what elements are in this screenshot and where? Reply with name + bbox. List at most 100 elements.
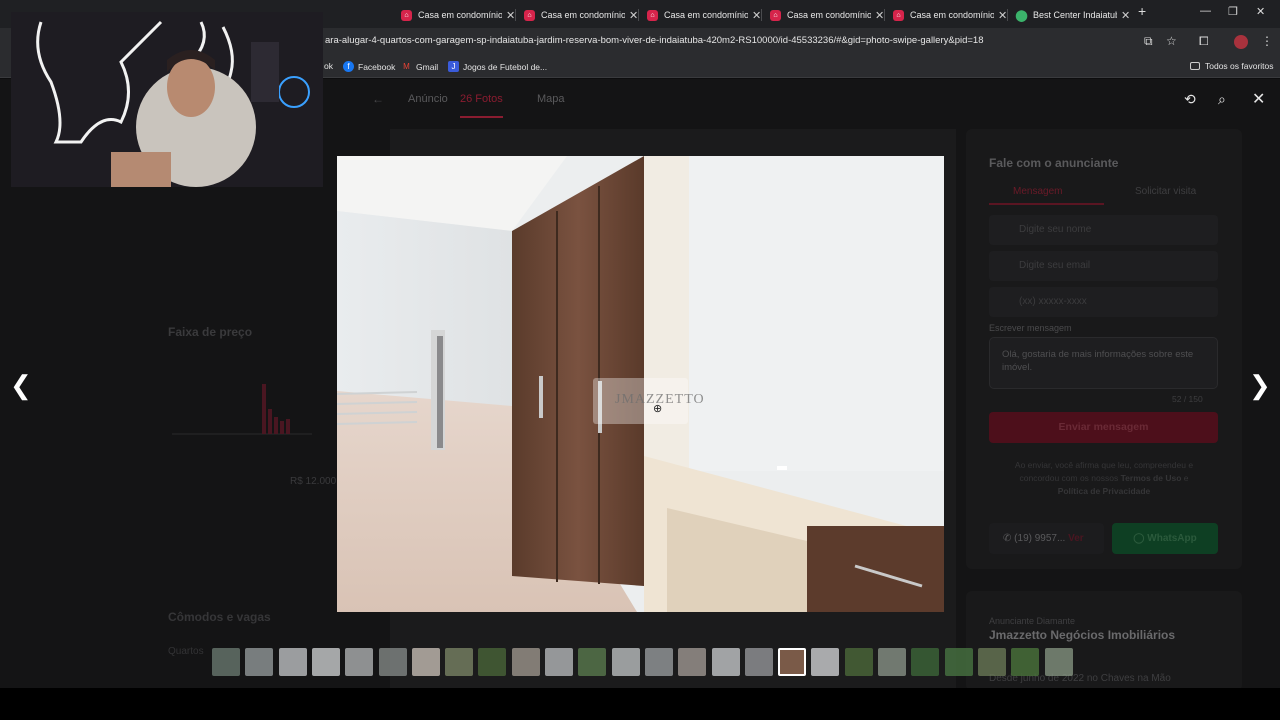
thumbnail[interactable] — [478, 648, 507, 676]
thumbnail[interactable] — [1011, 648, 1040, 676]
send-message-button[interactable]: Enviar mensagem — [989, 412, 1218, 443]
tab-mapa[interactable]: Mapa — [537, 93, 565, 105]
minimize-icon[interactable]: — — [1200, 5, 1211, 17]
close-tab-icon[interactable]: ✕ — [752, 9, 761, 22]
thumbnail[interactable] — [744, 648, 773, 676]
browser-tab[interactable]: ⬤ Best Center Indaiatub ✕ — [1010, 4, 1130, 26]
thumbnail[interactable] — [245, 648, 274, 676]
maps-pin-icon: ⬤ — [1015, 9, 1028, 22]
thumbnail[interactable] — [278, 648, 307, 676]
thumbnail[interactable] — [1044, 648, 1073, 676]
extensions-icon[interactable]: ⧠ — [1199, 34, 1209, 49]
thumbnail[interactable] — [511, 648, 540, 676]
webcam-overlay — [11, 12, 323, 187]
tab-fotos[interactable]: 26 Fotos — [460, 93, 503, 118]
name-field[interactable]: Digite seu nome — [989, 215, 1218, 245]
phone-number: (19) 9957... — [1014, 533, 1066, 544]
thumbnail[interactable] — [811, 648, 840, 676]
url-text[interactable]: ara-alugar-4-quartos-com-garagem-sp-inda… — [325, 35, 984, 46]
gmail-icon: M — [403, 62, 410, 71]
gallery-header: ← Anúncio 26 Fotos Mapa ⟲ ⌕ ✕ — [360, 79, 1280, 121]
browser-tab[interactable]: ⌂ Casa em condomínio ✕ — [395, 4, 515, 26]
taskbar-area — [0, 688, 1280, 720]
price-histogram — [172, 384, 312, 435]
bookmark-label: Jogos de Futebol de... — [463, 61, 548, 72]
bookmark-facebook[interactable]: f Facebook — [343, 61, 395, 72]
thumbnail[interactable] — [778, 648, 807, 676]
thumbnail[interactable] — [345, 648, 374, 676]
advertiser-name[interactable]: Jmazzetto Negócios Imobiliários — [989, 628, 1175, 642]
thumbnail[interactable] — [545, 648, 573, 676]
message-textarea[interactable]: Olá, gostaria de mais informações sobre … — [989, 337, 1218, 389]
install-app-icon[interactable]: ⧉ — [1144, 34, 1153, 49]
all-favorites[interactable]: Todos os favoritos — [1190, 61, 1274, 71]
whatsapp-button[interactable]: ◯ WhatsApp — [1112, 523, 1218, 554]
whatsapp-label: WhatsApp — [1147, 533, 1197, 544]
email-field[interactable]: Digite seu email — [989, 251, 1218, 281]
close-tab-icon[interactable]: ✕ — [998, 9, 1007, 22]
phone-field[interactable]: (xx) xxxxx-xxxx — [989, 287, 1218, 317]
tab-title: Casa em condomínio — [787, 10, 871, 20]
browser-tab[interactable]: ⌂ Casa em condomínio ✕ — [518, 4, 638, 26]
close-window-icon[interactable]: ✕ — [1256, 5, 1265, 18]
close-tab-icon[interactable]: ✕ — [506, 9, 515, 22]
bookmark-truncated[interactable]: ok — [324, 61, 333, 71]
new-tab-icon[interactable]: + — [1138, 3, 1146, 19]
thumbnail[interactable] — [678, 648, 707, 676]
char-count: 52 / 150 — [1172, 394, 1203, 404]
menu-icon[interactable]: ⋮ — [1261, 34, 1273, 48]
contact-panel: Fale com o anunciante Mensagem Solicitar… — [966, 129, 1242, 569]
browser-tab[interactable]: ⌂ Casa em condomínio ✕ — [641, 4, 761, 26]
phone-button[interactable]: ✆ (19) 9957... Ver — [989, 523, 1104, 554]
zoom-icon[interactable]: ⌕ — [1218, 91, 1226, 108]
bookmark-gmail[interactable]: M Gmail — [401, 61, 438, 72]
thumbnail[interactable] — [944, 648, 973, 676]
privacy-link[interactable]: Política de Privacidade — [1058, 486, 1151, 496]
price-range-title: Faixa de preço — [168, 325, 253, 339]
close-tab-icon[interactable]: ✕ — [629, 9, 638, 22]
bookmark-label: Gmail — [416, 61, 439, 72]
next-photo-arrow[interactable]: ❯ — [1249, 370, 1271, 401]
back-arrow-icon[interactable]: ← — [372, 92, 384, 106]
property-site-icon: ⌂ — [647, 9, 658, 21]
close-tab-icon[interactable]: ✕ — [875, 9, 884, 22]
rotate-icon[interactable]: ⟲ — [1184, 91, 1196, 108]
thumbnail[interactable] — [611, 648, 640, 676]
thumbnail[interactable] — [878, 648, 906, 676]
browser-tab[interactable]: ⌂ Casa em condomínio ✕ — [764, 4, 884, 26]
thumbnail[interactable] — [844, 648, 873, 676]
folder-icon — [1190, 62, 1200, 70]
thumbnail[interactable] — [378, 648, 407, 676]
terms-link[interactable]: Termos de Uso — [1121, 473, 1182, 483]
tab-title: Best Center Indaiatub — [1033, 10, 1117, 20]
thumbnail[interactable] — [212, 648, 240, 676]
thumbnail[interactable] — [644, 648, 673, 676]
bookmark-star-icon[interactable]: ☆ — [1166, 34, 1177, 48]
thumbnail[interactable] — [311, 648, 340, 676]
whatsapp-icon: ◯ — [1133, 533, 1145, 544]
webcam-feed — [11, 12, 323, 187]
close-tab-icon[interactable]: ✕ — [1121, 9, 1130, 22]
tab-message[interactable]: Mensagem — [1013, 186, 1062, 197]
gallery-photo[interactable]: JMAZZETTO ⊕ — [337, 156, 944, 612]
phone-icon: ✆ — [1003, 533, 1012, 544]
tab-visit[interactable]: Solicitar visita — [1135, 186, 1196, 197]
tab-indicator — [989, 203, 1104, 205]
browser-tab[interactable]: ⌂ Casa em condomínio ✕ — [887, 4, 1007, 26]
thumbnail[interactable] — [445, 648, 474, 676]
tab-anuncio[interactable]: Anúncio — [408, 93, 448, 105]
thumbnail[interactable] — [711, 648, 740, 676]
thumbnail[interactable] — [911, 648, 940, 676]
facebook-icon: f — [343, 61, 354, 72]
previous-photo-arrow[interactable]: ❮ — [10, 370, 32, 401]
thumbnail[interactable] — [411, 648, 440, 676]
close-gallery-icon[interactable]: ✕ — [1252, 89, 1265, 109]
thumbnail[interactable] — [578, 648, 607, 676]
profile-avatar[interactable] — [1234, 35, 1248, 49]
phone-see-link[interactable]: Ver — [1068, 533, 1084, 544]
bookmark-jogos[interactable]: J Jogos de Futebol de... — [448, 61, 547, 72]
thumbnail[interactable] — [977, 648, 1006, 676]
contact-title: Fale com o anunciante — [989, 156, 1119, 170]
restore-icon[interactable]: ❐ — [1228, 5, 1238, 18]
tab-title: Casa em condomínio — [910, 10, 994, 20]
